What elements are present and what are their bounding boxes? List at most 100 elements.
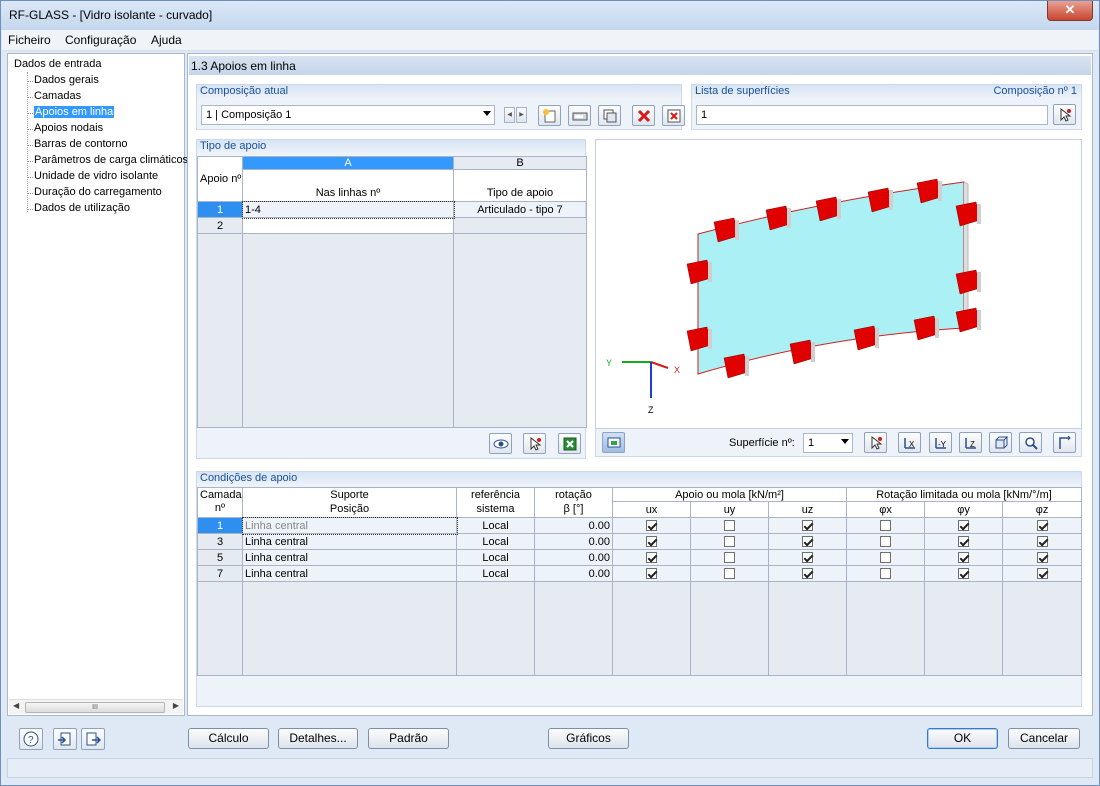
view-button[interactable] [489, 433, 512, 454]
uz-checkbox[interactable] [802, 552, 813, 564]
view-z-button[interactable]: Z [959, 432, 982, 453]
position-cell[interactable]: Linha central [242, 533, 457, 550]
column-b-header[interactable]: B [453, 156, 587, 170]
column-a-header[interactable]: A [242, 156, 454, 170]
delete-all-compositions-button[interactable] [662, 105, 685, 126]
pick-surface-graphic-button[interactable] [864, 432, 887, 453]
scroll-thumb[interactable]: III [25, 702, 165, 713]
rename-composition-button[interactable] [568, 105, 591, 126]
py-checkbox[interactable] [958, 536, 970, 548]
nav-item-5[interactable]: Barras de contorno [34, 138, 128, 150]
zoom-all-button[interactable] [1019, 432, 1042, 453]
default-button[interactable]: Padrão [368, 728, 449, 749]
scroll-right-icon[interactable]: ▶ [173, 701, 179, 710]
menu-settings[interactable]: Configuração [65, 33, 136, 47]
uy-checkbox[interactable] [724, 552, 735, 564]
nav-item-9[interactable]: Dados de utilização [34, 202, 130, 214]
export-excel-button[interactable] [558, 433, 581, 454]
menu-file[interactable]: Ficheiro [8, 33, 51, 47]
nav-item-3[interactable]: Apoios em linha [34, 106, 115, 118]
pz-checkbox[interactable] [1036, 536, 1048, 548]
nav-root-input-data[interactable]: Dados de entrada [14, 58, 101, 70]
px-checkbox[interactable] [880, 568, 892, 580]
support-type-cell[interactable]: Articulado - tipo 7 [453, 201, 587, 218]
menu-help[interactable]: Ajuda [151, 33, 182, 47]
condition-row[interactable]: 1 Linha central Local 0.00 [197, 516, 1083, 535]
graphics-button[interactable]: Gráficos [548, 728, 629, 749]
uz-checkbox[interactable] [802, 520, 813, 532]
rotation-cell[interactable]: 0.00 [534, 565, 613, 582]
py-checkbox[interactable] [958, 552, 970, 564]
uy-checkbox[interactable] [724, 568, 735, 580]
ux-checkbox[interactable] [646, 536, 657, 548]
rotation-cell[interactable]: 0.00 [534, 549, 613, 566]
position-cell[interactable]: Linha central [242, 549, 457, 566]
px-checkbox[interactable] [880, 536, 892, 548]
pz-checkbox[interactable] [1036, 520, 1048, 532]
uy-checkbox[interactable] [724, 520, 735, 532]
surface-list-input[interactable]: 1 [696, 105, 1048, 125]
uz-checkbox[interactable] [802, 568, 813, 580]
uy-checkbox[interactable] [724, 536, 735, 548]
ux-checkbox[interactable] [646, 568, 657, 580]
surface-number-select[interactable]: 1 [803, 433, 853, 453]
nav-item-4[interactable]: Apoios nodais [34, 122, 103, 134]
layer-number[interactable]: 5 [197, 549, 243, 566]
position-cell[interactable]: Linha central [242, 565, 457, 582]
ux-checkbox[interactable] [646, 520, 657, 532]
ux-checkbox[interactable] [646, 552, 657, 564]
cancel-button[interactable]: Cancelar [1008, 728, 1080, 749]
nav-item-6[interactable]: Parâmetros de carga climáticos [34, 154, 188, 166]
reference-system-cell[interactable]: Local [456, 517, 535, 534]
pz-checkbox[interactable] [1036, 552, 1048, 564]
support-lines-cell[interactable]: 1-4 [241, 200, 455, 219]
dimension-button[interactable] [1053, 432, 1076, 453]
condition-row[interactable]: 7 Linha central Local 0.00 [197, 565, 1083, 582]
isometric-view-button[interactable] [989, 432, 1012, 453]
layer-number[interactable]: 7 [197, 565, 243, 582]
next-composition-button[interactable]: ▶ [516, 107, 527, 123]
view-neg-y-button[interactable]: -Y [929, 432, 952, 453]
scroll-left-icon[interactable]: ◀ [13, 701, 19, 710]
reference-system-cell[interactable]: Local [456, 549, 535, 566]
reference-system-cell[interactable]: Local [456, 533, 535, 550]
rotation-cell[interactable]: 0.00 [534, 533, 613, 550]
py-checkbox[interactable] [958, 520, 970, 532]
ok-button[interactable]: OK [927, 728, 998, 749]
support-row[interactable]: 1 1-4 Articulado - tipo 7 [197, 200, 587, 219]
new-composition-button[interactable] [538, 105, 561, 126]
close-button[interactable]: ✕ [1047, 1, 1093, 21]
support-row-number[interactable]: 1 [197, 201, 243, 218]
support-row[interactable]: 2 [197, 217, 587, 234]
uz-checkbox[interactable] [802, 536, 813, 548]
support-row-number[interactable]: 2 [197, 217, 243, 234]
px-checkbox[interactable] [880, 552, 892, 564]
py-checkbox[interactable] [958, 568, 970, 580]
rotation-cell[interactable]: 0.00 [534, 517, 613, 534]
delete-composition-button[interactable] [632, 105, 655, 126]
help-button[interactable]: ? [19, 728, 43, 750]
px-checkbox[interactable] [880, 520, 892, 532]
nav-item-8[interactable]: Duração do carregamento [34, 186, 162, 198]
condition-row[interactable]: 3 Linha central Local 0.00 [197, 533, 1083, 550]
copy-composition-button[interactable] [598, 105, 621, 126]
nav-item-2[interactable]: Camadas [34, 90, 81, 102]
layer-number[interactable]: 3 [197, 533, 243, 550]
import-button[interactable] [53, 728, 77, 750]
reference-system-cell[interactable]: Local [456, 565, 535, 582]
nav-horizontal-scrollbar[interactable]: ◀ III ▶ [9, 699, 183, 714]
condition-row[interactable]: 5 Linha central Local 0.00 [197, 549, 1083, 566]
prev-composition-button[interactable]: ◀ [504, 107, 515, 123]
pz-checkbox[interactable] [1036, 568, 1048, 580]
toggle-graphics-button[interactable] [602, 432, 625, 453]
pick-surface-button[interactable] [1053, 104, 1076, 125]
model-viewer[interactable]: Y X Z [595, 139, 1082, 429]
export-button[interactable] [81, 728, 105, 750]
support-type-cell[interactable] [453, 217, 587, 234]
nav-item-1[interactable]: Dados gerais [34, 74, 99, 86]
details-button[interactable]: Detalhes... [278, 728, 358, 749]
view-x-button[interactable]: X [898, 432, 921, 453]
composition-select[interactable]: 1 | Composição 1 [201, 105, 495, 125]
nav-item-7[interactable]: Unidade de vidro isolante [34, 170, 158, 182]
position-cell[interactable]: Linha central [241, 516, 458, 535]
